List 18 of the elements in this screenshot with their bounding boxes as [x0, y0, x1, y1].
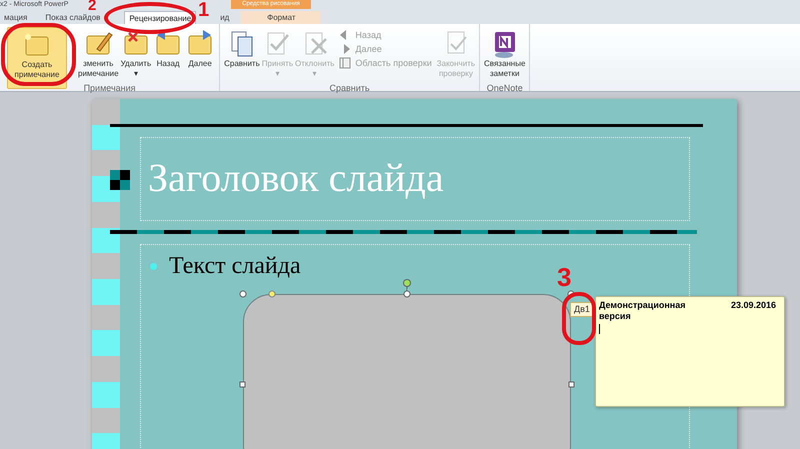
ribbon-tab[interactable]: Рецензирование: [124, 11, 196, 24]
slide-body-text: Текст слайда: [169, 252, 301, 280]
ribbon-tab[interactable]: мация: [0, 11, 32, 24]
ribbon-tab[interactable]: Показ слайдов: [41, 11, 104, 24]
ribbon-button[interactable]: Далее: [184, 27, 216, 89]
comment-author: Демонстрационная версия: [599, 300, 686, 322]
slide-title: Заголовок слайда: [148, 154, 444, 202]
ribbon-button[interactable]: Назад: [152, 27, 184, 89]
pane-icon: [339, 57, 352, 69]
comment-date: 23.09.2016: [730, 300, 776, 311]
ribbon-button[interactable]: Сравнить: [223, 27, 261, 89]
annotation-number: 1: [198, 0, 210, 21]
ribbon-tab[interactable]: ид: [216, 11, 234, 24]
ribbon-tab[interactable]: Формат: [241, 11, 322, 24]
comment-marker[interactable]: Дв1: [570, 302, 594, 317]
ribbon-button[interactable]: Создать примечание: [7, 27, 67, 89]
annotation-number: 3: [557, 264, 572, 290]
checkered-bullet-icon: [110, 170, 130, 190]
